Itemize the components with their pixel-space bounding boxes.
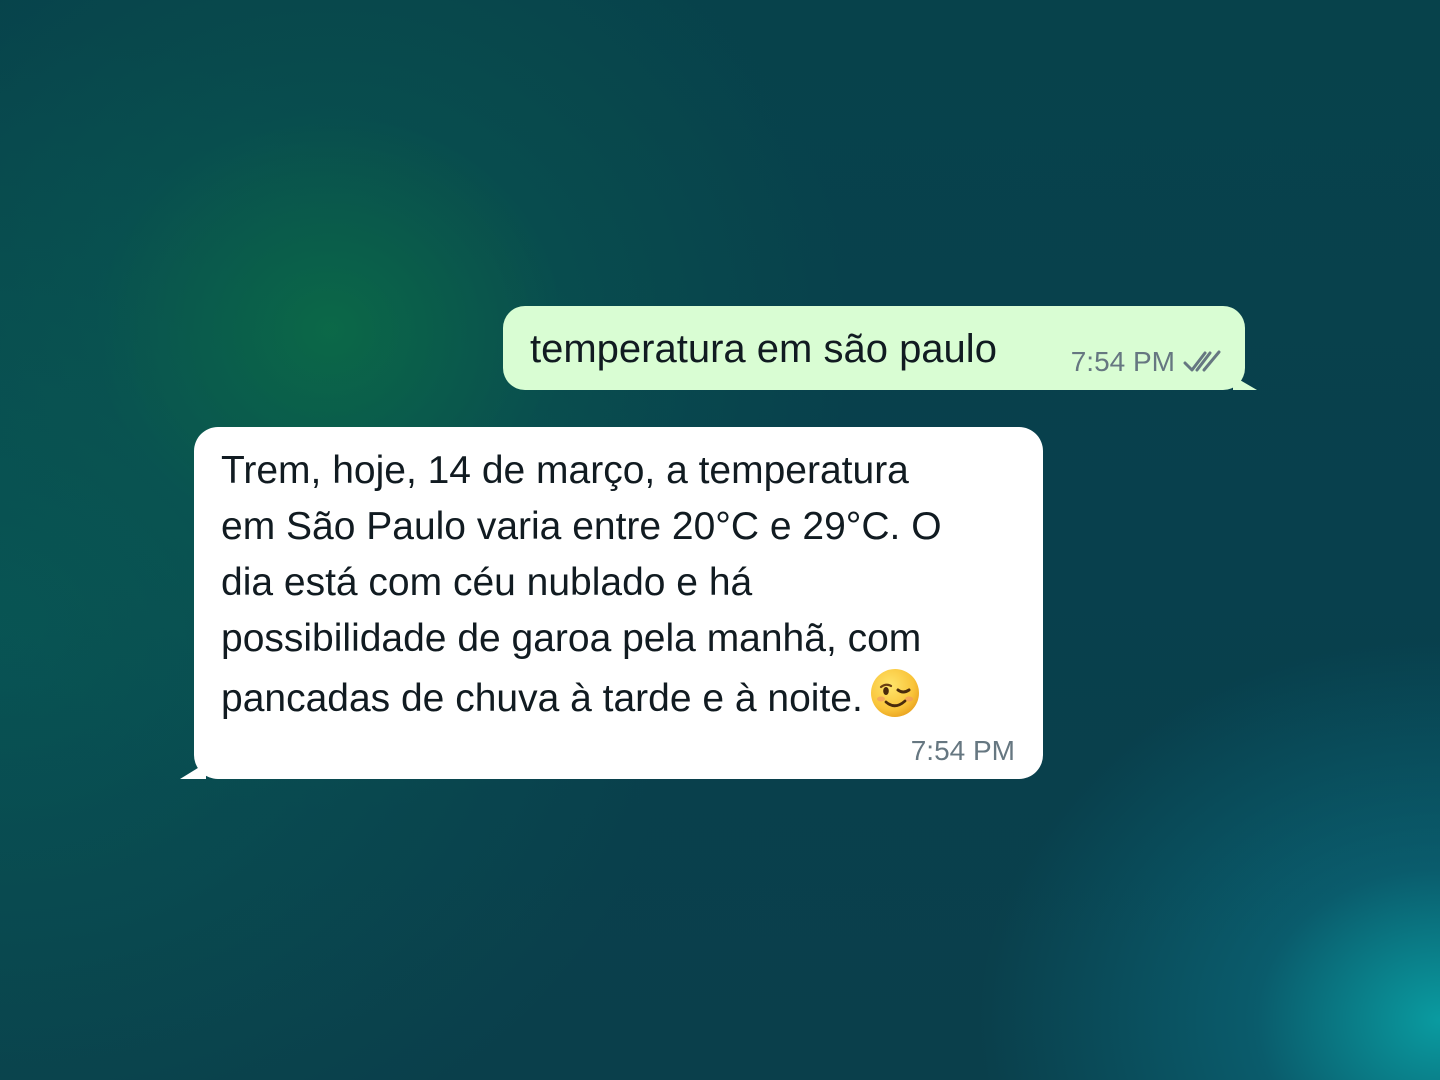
- incoming-message-line: dia está com céu nublado e há: [221, 561, 753, 604]
- incoming-message-line: possibilidade de garoa pela manhã, com: [221, 617, 922, 660]
- chat-area: temperatura em são paulo 7:54 PM Trem, h…: [0, 0, 1440, 1080]
- incoming-message-bubble[interactable]: Trem, hoje, 14 de março, a temperatura e…: [180, 427, 1043, 779]
- outgoing-message-text: temperatura em são paulo: [530, 327, 997, 371]
- incoming-bubble-tail: [180, 763, 206, 779]
- incoming-message-line: em São Paulo varia entre 20°C e 29°C. O: [221, 505, 942, 548]
- incoming-message-line: Trem, hoje, 14 de março, a temperatura: [221, 449, 909, 492]
- incoming-message-last-line: pancadas de chuva à tarde e à noite.: [221, 667, 1021, 727]
- outgoing-message-bubble[interactable]: temperatura em são paulo 7:54 PM: [503, 306, 1257, 390]
- double-check-icon: [1183, 350, 1221, 372]
- incoming-message-text: Trem, hoje, 14 de março, a temperatura e…: [221, 443, 1021, 727]
- outgoing-message-time: 7:54 PM: [1070, 346, 1175, 377]
- outgoing-bubble-tail: [1233, 376, 1257, 390]
- outgoing-message-meta: 7:54 PM: [1071, 346, 1223, 378]
- winking-face-emoji-icon: [870, 669, 919, 717]
- incoming-message-line-text: pancadas de chuva à tarde e à noite.: [221, 677, 863, 720]
- incoming-message-time: 7:54 PM: [910, 735, 1015, 766]
